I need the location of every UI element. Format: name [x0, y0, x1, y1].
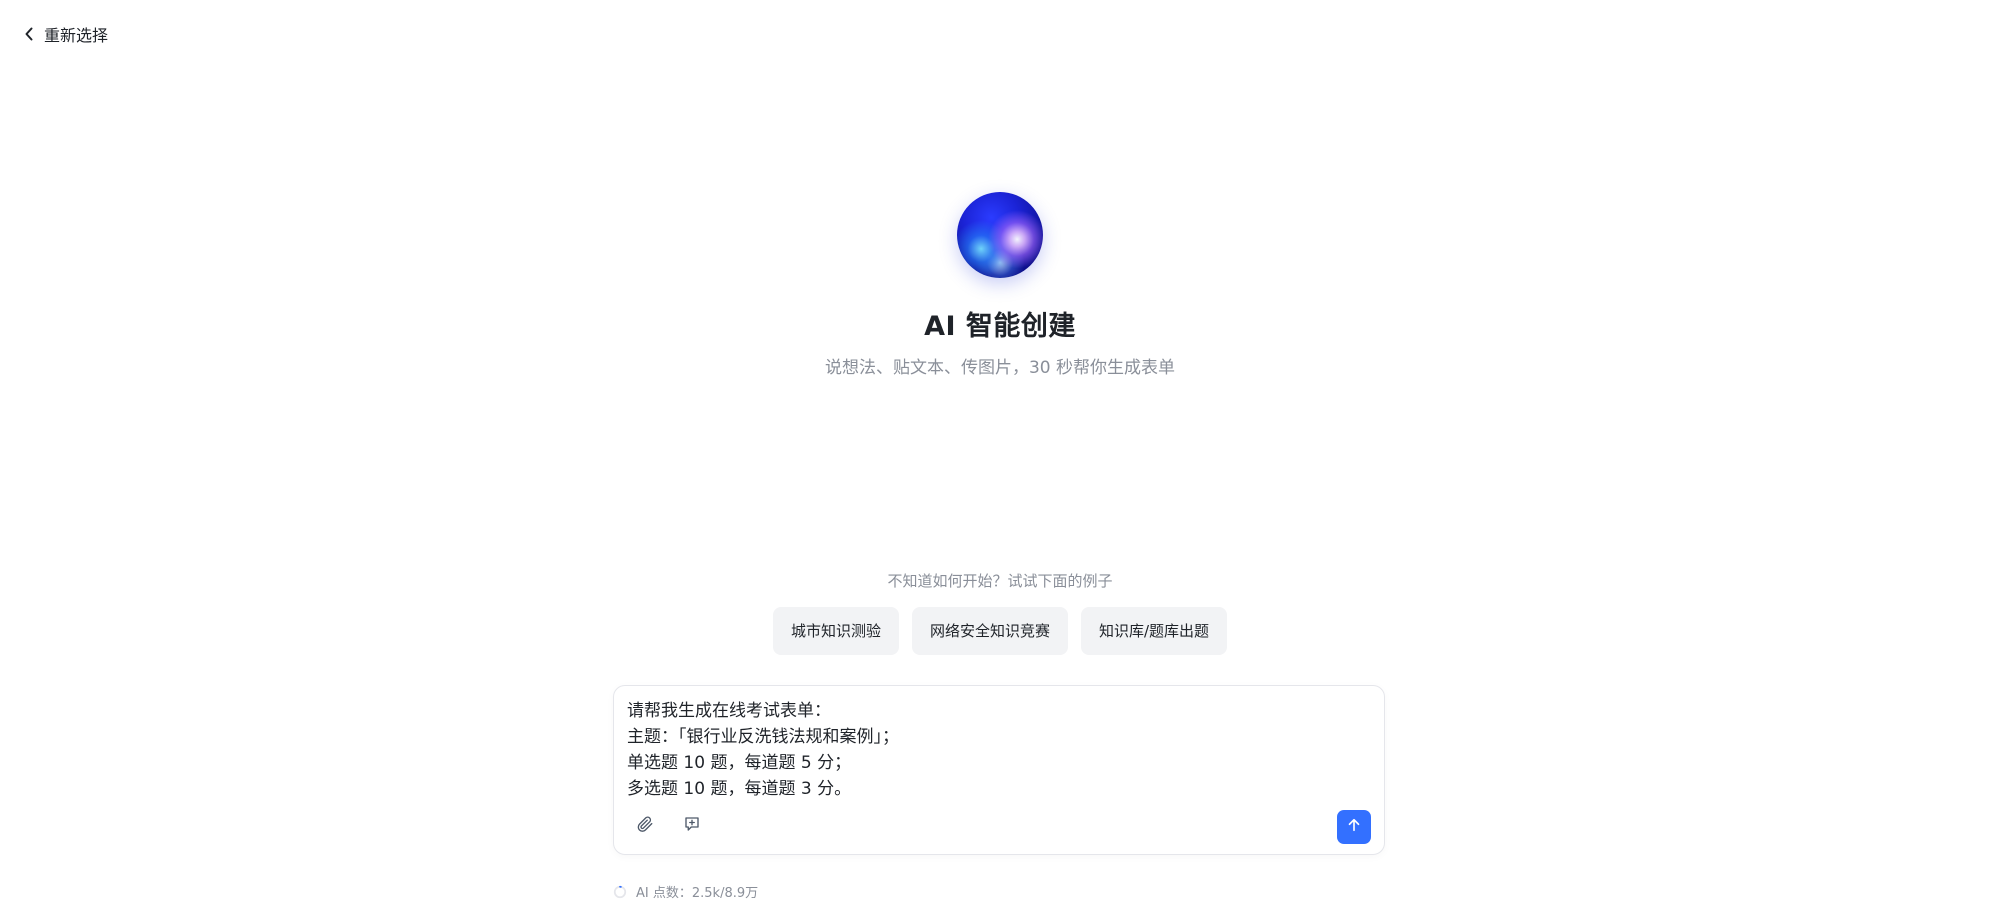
- prompt-composer: 请帮我生成在线考试表单： 主题：「银行业反洗钱法规和案例」； 单选题 10 题，…: [613, 685, 1385, 855]
- examples-hint: 不知道如何开始？试试下面的例子: [887, 572, 1113, 590]
- back-label: 重新选择: [44, 26, 109, 45]
- chevron-left-icon: [24, 27, 34, 41]
- add-prompt-button[interactable]: [678, 812, 706, 840]
- ai-orb-logo: [957, 192, 1043, 278]
- ai-points-value: 2.5k/8.9万: [691, 886, 759, 901]
- arrow-up-icon: [1345, 816, 1363, 838]
- examples-section: 不知道如何开始？试试下面的例子 城市知识测验 网络安全知识竞赛 知识库/题库出题: [0, 570, 2000, 655]
- ai-points: AI 点数：2.5k/8.9万: [613, 882, 758, 901]
- prompt-input[interactable]: 请帮我生成在线考试表单： 主题：「银行业反洗钱法规和案例」； 单选题 10 题，…: [627, 698, 1367, 802]
- page-title: AI 智能创建: [924, 311, 1076, 342]
- example-chips: 城市知识测验 网络安全知识竞赛 知识库/题库出题: [772, 607, 1228, 655]
- page: 重新选择 AI 智能创建 说想法、贴文本、传图片，30 秒帮你生成表单 不知道如…: [0, 0, 2000, 906]
- example-chip-question-bank[interactable]: 知识库/题库出题: [1080, 607, 1228, 655]
- hero: AI 智能创建 说想法、贴文本、传图片，30 秒帮你生成表单: [0, 192, 2000, 378]
- add-prompt-icon: [683, 815, 701, 837]
- ai-points-label: AI 点数：: [636, 886, 692, 901]
- back-button[interactable]: 重新选择: [24, 22, 108, 46]
- attach-button[interactable]: [631, 812, 659, 840]
- example-chip-security-contest[interactable]: 网络安全知识竞赛: [911, 607, 1068, 655]
- page-subtitle: 说想法、贴文本、传图片，30 秒帮你生成表单: [824, 358, 1176, 378]
- usage-ring-icon: [613, 885, 627, 898]
- send-button[interactable]: [1337, 810, 1371, 844]
- paperclip-icon: [636, 815, 654, 837]
- example-chip-city-quiz[interactable]: 城市知识测验: [772, 607, 899, 655]
